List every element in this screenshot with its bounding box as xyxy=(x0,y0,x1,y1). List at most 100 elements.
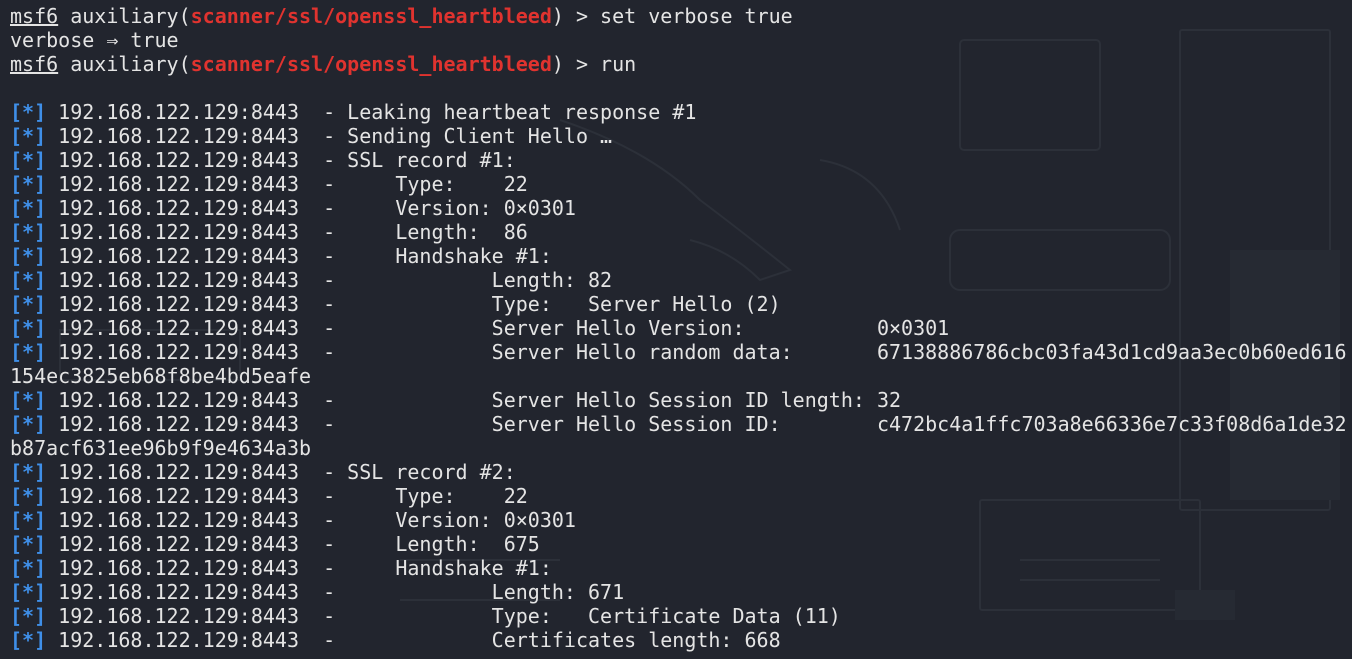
status-space xyxy=(46,220,58,244)
status-message: - Type: Server Hello (2) xyxy=(299,292,781,316)
status-line: [*] 192.168.122.129:8443 - Handshake #1: xyxy=(10,244,1352,268)
status-tag: [*] xyxy=(10,172,47,196)
status-line: [*] 192.168.122.129:8443 - Server Hello … xyxy=(10,388,1352,412)
terminal-window[interactable]: msf6 auxiliary(scanner/ssl/openssl_heart… xyxy=(0,0,1352,659)
status-tag: [*] xyxy=(10,556,47,580)
status-line: [*] 192.168.122.129:8443 - Type: 22 xyxy=(10,172,1352,196)
status-line: [*] 192.168.122.129:8443 - Leaking heart… xyxy=(10,100,1352,124)
status-host: 192.168.122.129:8443 xyxy=(58,316,299,340)
status-space xyxy=(46,100,58,124)
status-message: - Length: 671 xyxy=(299,580,625,604)
status-space xyxy=(46,508,58,532)
prompt-paren-open: ( xyxy=(178,4,191,28)
status-line: [*] 192.168.122.129:8443 - Server Hello … xyxy=(10,316,1352,340)
status-line: [*] 192.168.122.129:8443 - Handshake #1: xyxy=(10,556,1352,580)
status-tag: [*] xyxy=(10,316,47,340)
status-message: - Version: 0×0301 xyxy=(299,508,576,532)
prompt-suffix: > xyxy=(563,52,601,76)
status-tag: [*] xyxy=(10,532,47,556)
status-line: [*] 192.168.122.129:8443 - Length: 82 xyxy=(10,268,1352,292)
status-space xyxy=(46,148,58,172)
status-space xyxy=(46,556,58,580)
status-tag: [*] xyxy=(10,388,47,412)
status-tag: [*] xyxy=(10,124,47,148)
status-line: [*] 192.168.122.129:8443 - Server Hello … xyxy=(10,340,1352,364)
status-space xyxy=(46,412,58,436)
status-message: - Sending Client Hello … xyxy=(299,124,613,148)
status-tag: [*] xyxy=(10,196,47,220)
status-host: 192.168.122.129:8443 xyxy=(58,196,299,220)
status-message: - SSL record #2: xyxy=(299,460,516,484)
status-host: 192.168.122.129:8443 xyxy=(58,604,299,628)
status-line: [*] 192.168.122.129:8443 - Sending Clien… xyxy=(10,124,1352,148)
status-space xyxy=(46,268,58,292)
status-space xyxy=(46,580,58,604)
status-host: 192.168.122.129:8443 xyxy=(58,580,299,604)
output-line: b87acf631ee96b9f9e4634a3b xyxy=(10,436,1352,460)
status-line: [*] 192.168.122.129:8443 - Server Hello … xyxy=(10,412,1352,436)
status-host: 192.168.122.129:8443 xyxy=(58,556,299,580)
status-tag: [*] xyxy=(10,484,47,508)
prompt-suffix: > xyxy=(563,4,601,28)
status-host: 192.168.122.129:8443 xyxy=(58,268,299,292)
status-message: - Server Hello Version: 0×0301 xyxy=(299,316,950,340)
prompt-context: auxiliary xyxy=(70,52,179,76)
prompt-line: msf6 auxiliary(scanner/ssl/openssl_heart… xyxy=(10,52,1352,76)
status-tag: [*] xyxy=(10,340,47,364)
status-message: - Handshake #1: xyxy=(299,244,552,268)
status-space xyxy=(46,124,58,148)
status-tag: [*] xyxy=(10,604,47,628)
output-line: 154ec3825eb68f8be4bd5eafe xyxy=(10,364,1352,388)
prompt-module: scanner/ssl/openssl_heartbleed xyxy=(190,4,552,28)
status-tag: [*] xyxy=(10,268,47,292)
status-line: [*] 192.168.122.129:8443 - Type: Certifi… xyxy=(10,604,1352,628)
status-space xyxy=(46,340,58,364)
status-line: [*] 192.168.122.129:8443 - Length: 671 xyxy=(10,580,1352,604)
status-host: 192.168.122.129:8443 xyxy=(58,628,299,652)
status-line: [*] 192.168.122.129:8443 - Certificates … xyxy=(10,628,1352,652)
status-line: [*] 192.168.122.129:8443 - Length: 86 xyxy=(10,220,1352,244)
status-host: 192.168.122.129:8443 xyxy=(58,460,299,484)
status-space xyxy=(46,388,58,412)
status-tag: [*] xyxy=(10,508,47,532)
prompt-name: msf6 xyxy=(10,4,59,28)
output-text: b87acf631ee96b9f9e4634a3b xyxy=(10,436,312,460)
status-tag: [*] xyxy=(10,220,47,244)
status-message: - Server Hello Session ID length: 32 xyxy=(299,388,902,412)
prompt-paren-close: ) xyxy=(551,4,564,28)
status-tag: [*] xyxy=(10,292,47,316)
status-host: 192.168.122.129:8443 xyxy=(58,388,299,412)
status-host: 192.168.122.129:8443 xyxy=(58,172,299,196)
status-host: 192.168.122.129:8443 xyxy=(58,244,299,268)
status-space xyxy=(46,484,58,508)
prompt-line: msf6 auxiliary(scanner/ssl/openssl_heart… xyxy=(10,4,1352,28)
status-tag: [*] xyxy=(10,100,47,124)
status-space xyxy=(46,196,58,220)
status-tag: [*] xyxy=(10,148,47,172)
status-host: 192.168.122.129:8443 xyxy=(58,484,299,508)
output-text: verbose ⇒ true xyxy=(10,28,179,52)
status-message: - Length: 675 xyxy=(299,532,540,556)
status-tag: [*] xyxy=(10,580,47,604)
status-message: - SSL record #1: xyxy=(299,148,516,172)
status-host: 192.168.122.129:8443 xyxy=(58,508,299,532)
status-message: - Length: 82 xyxy=(299,268,613,292)
prompt-paren-open: ( xyxy=(178,52,191,76)
terminal-output: msf6 auxiliary(scanner/ssl/openssl_heart… xyxy=(0,0,1352,652)
status-host: 192.168.122.129:8443 xyxy=(58,100,299,124)
command-text: run xyxy=(600,52,637,76)
status-host: 192.168.122.129:8443 xyxy=(58,340,299,364)
status-message: - Server Hello random data: 67138886786c… xyxy=(299,340,1347,364)
status-message: - Type: 22 xyxy=(299,172,528,196)
status-space xyxy=(46,628,58,652)
status-tag: [*] xyxy=(10,460,47,484)
status-space xyxy=(46,604,58,628)
status-host: 192.168.122.129:8443 xyxy=(58,532,299,556)
status-tag: [*] xyxy=(10,244,47,268)
status-space xyxy=(46,172,58,196)
status-message: - Certificates length: 668 xyxy=(299,628,781,652)
status-message: - Length: 86 xyxy=(299,220,528,244)
